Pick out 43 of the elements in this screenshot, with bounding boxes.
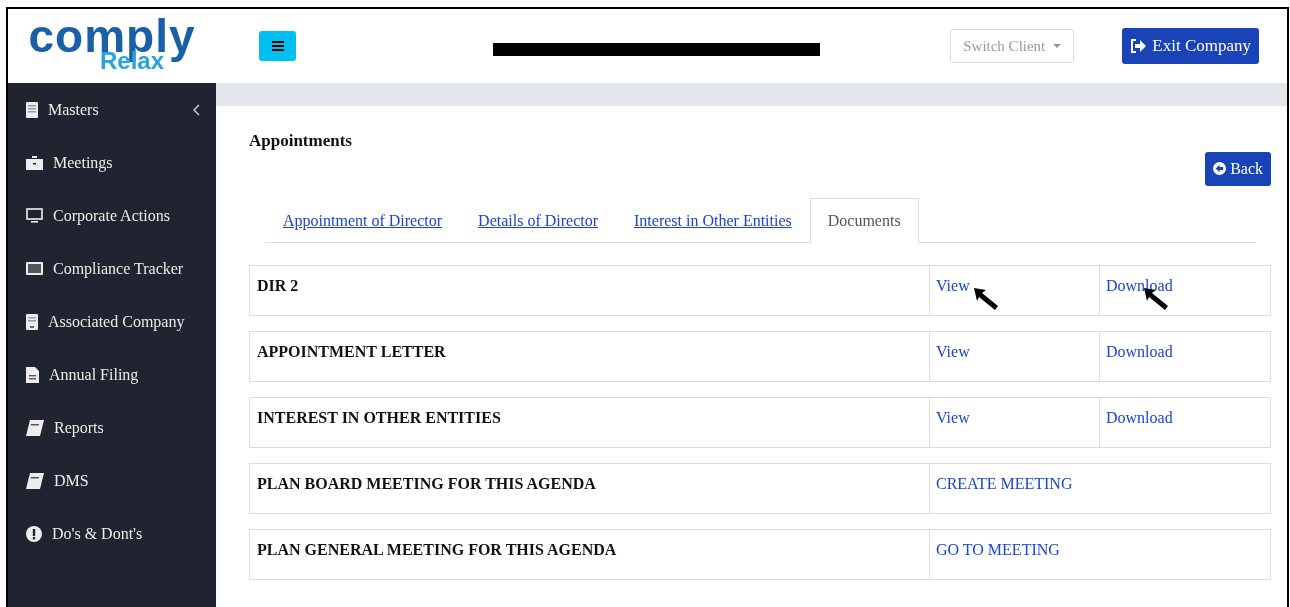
sidebar-item[interactable]: Reports <box>8 401 216 454</box>
document-name: APPOINTMENT LETTER <box>250 331 930 381</box>
sidebar-item[interactable]: Associated Company <box>8 295 216 348</box>
book-icon <box>26 472 44 489</box>
page-title: Appointments <box>249 130 353 152</box>
sidebar-item[interactable]: Annual Filing <box>8 348 216 401</box>
tab[interactable]: Interest in Other Entities <box>616 197 810 243</box>
caret-down-icon <box>1053 44 1062 48</box>
document-link[interactable]: View <box>936 408 970 426</box>
document-name: PLAN GENERAL MEETING FOR THIS AGENDA <box>250 529 930 579</box>
tab[interactable]: Appointment of Director <box>265 197 461 243</box>
file-icon <box>26 366 39 383</box>
document-name: PLAN BOARD MEETING FOR THIS AGENDA <box>250 463 930 513</box>
sidebar-item[interactable]: Do's & Dont's <box>8 507 216 560</box>
sidebar-item[interactable]: Corporate Actions <box>8 189 216 242</box>
document-link[interactable]: GO TO MEETING <box>936 540 1060 558</box>
document-link[interactable]: View <box>936 342 970 360</box>
book-icon <box>26 419 44 436</box>
document-link[interactable]: Download <box>1106 408 1173 426</box>
sidebar-item[interactable]: Masters <box>8 83 216 136</box>
document-link[interactable]: View <box>936 276 970 294</box>
briefcase-icon <box>26 155 43 170</box>
exit-company-button[interactable]: Exit Company <box>1122 28 1259 64</box>
tab[interactable]: Documents <box>809 197 919 243</box>
document-icon <box>26 101 38 118</box>
document-link[interactable]: CREATE MEETING <box>936 474 1073 492</box>
menu-icon <box>271 41 284 51</box>
sidebar-item[interactable]: DMS <box>8 454 216 507</box>
tab[interactable]: Details of Director <box>460 197 617 243</box>
document-link[interactable]: Download <box>1106 342 1173 360</box>
back-button[interactable]: Back <box>1205 151 1271 186</box>
arrow-left-circle-icon <box>1213 162 1227 175</box>
sidebar-item[interactable]: Compliance Tracker <box>8 242 216 295</box>
document-name: DIR 2 <box>250 265 930 315</box>
sidebar-item[interactable]: Meetings <box>8 136 216 189</box>
menu-button[interactable] <box>259 31 296 61</box>
monitor-icon <box>26 208 43 223</box>
closed-caption-icon <box>26 262 43 275</box>
document-name: INTEREST IN OTHER ENTITIES <box>250 397 930 447</box>
document-link[interactable]: Download <box>1106 276 1173 294</box>
exclamation-circle-icon <box>26 525 42 542</box>
document-icon <box>26 313 38 330</box>
sign-out-icon <box>1130 39 1147 53</box>
